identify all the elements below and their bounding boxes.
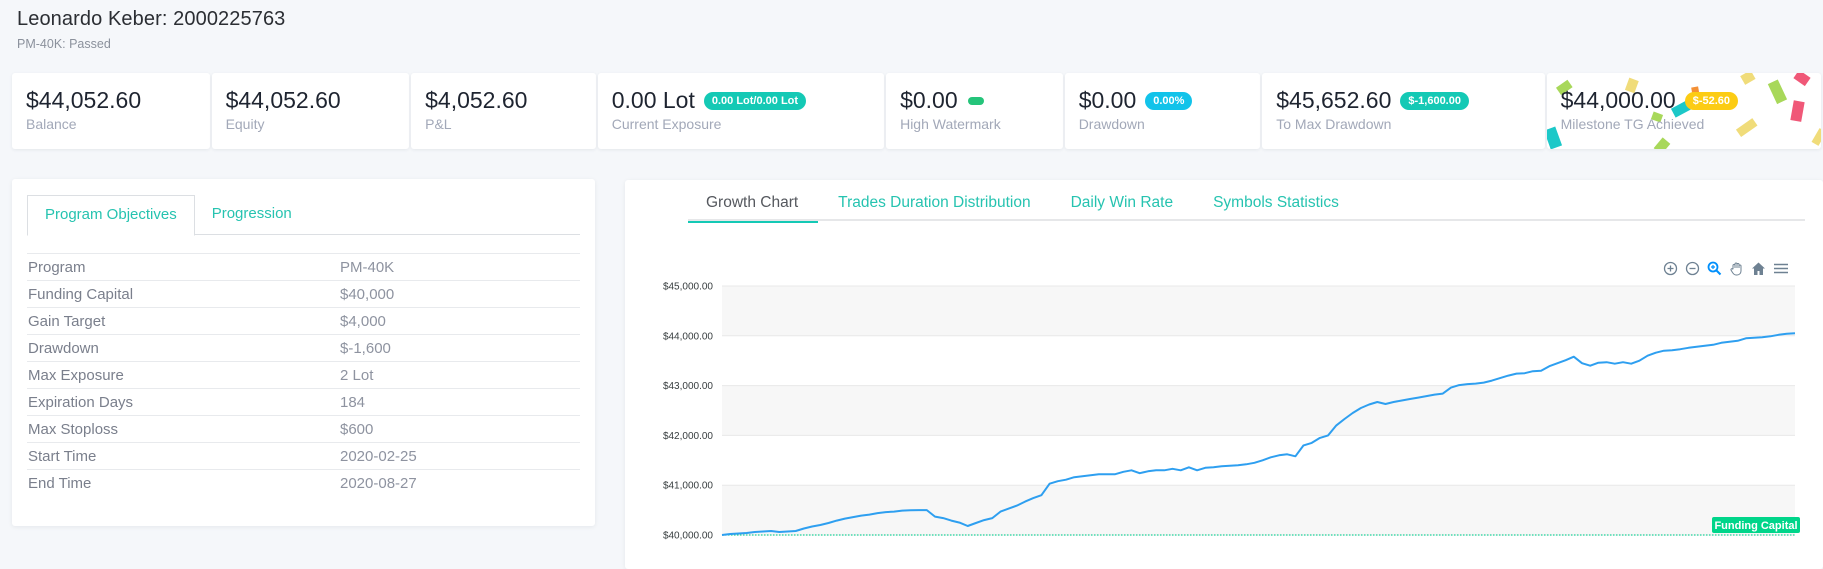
row-value: $-1,600: [340, 339, 391, 357]
row-value: $600: [340, 420, 374, 438]
growth-chart: $40,000.00 $41,000.00 $42,000.00 $43,000.00…: [663, 282, 1800, 542]
stat-card-to-max-drawdown: $45,652.60 $-1,600.00 To Max Drawdown: [1262, 73, 1545, 149]
row-value: 184: [340, 393, 366, 411]
row-value: 2 Lot: [340, 366, 374, 384]
funding-capital-annotation-label: Funding Capital: [1714, 520, 1797, 532]
account-title: Leonardo Keber: 2000225763: [17, 8, 286, 30]
table-row: Program PM-40K: [27, 254, 580, 281]
watermark-indicator: [967, 96, 984, 105]
row-key: Max Exposure: [28, 366, 124, 384]
row-key: Max Stoploss: [28, 420, 119, 438]
row-key: Program: [28, 258, 86, 276]
stat-label: Balance: [26, 116, 77, 132]
y-tick-label: $40,000.00: [663, 531, 713, 542]
y-tick-label: $41,000.00: [663, 481, 713, 492]
grid-band: [722, 385, 1795, 436]
row-key: Start Time: [28, 447, 97, 465]
max-drawdown-badge: $-1,600.00: [1400, 91, 1469, 110]
stat-label: Drawdown: [1078, 116, 1145, 132]
objectives-table: Program PM-40K Funding Capital $40,000 Gai…: [27, 253, 580, 497]
stat-label: P&L: [425, 116, 452, 132]
stat-value: $0.00: [900, 87, 958, 113]
row-value: 2020-02-25: [340, 447, 417, 465]
tab-program-objectives[interactable]: Program Objectives: [27, 195, 195, 236]
table-row: Gain Target $4,000: [27, 308, 580, 335]
stat-value: $44,052.60: [225, 87, 341, 113]
grid-band: [722, 286, 1795, 336]
stat-value: 0.00 Lot: [611, 87, 695, 113]
stat-label: To Max Drawdown: [1276, 116, 1392, 132]
row-value: 2020-08-27: [340, 475, 417, 492]
stat-value: $45,652.60: [1276, 87, 1392, 113]
row-value: PM-40K: [340, 258, 395, 276]
table-row: Max Exposure 2 Lot: [27, 362, 580, 389]
page-header: Leonardo Keber: 2000225763 PM-40K: Passe…: [17, 8, 285, 51]
grid-band: [722, 485, 1795, 535]
stat-value: $44,000.00: [1560, 87, 1676, 113]
drawdown-badge: 0.00%: [1145, 91, 1193, 110]
stat-value: $44,052.60: [26, 87, 142, 113]
pan-hand-icon[interactable]: [1728, 260, 1745, 277]
y-tick-label: $42,000.00: [663, 431, 713, 442]
milestone-badge: $-52.60: [1684, 91, 1739, 110]
row-key: Expiration Days: [28, 393, 134, 411]
row-value: $40,000: [340, 285, 395, 303]
y-tick-label: $44,000.00: [663, 331, 713, 342]
table-row: End Time 2020-08-27: [27, 470, 580, 497]
stat-card-balance: $44,052.60 Balance: [12, 73, 210, 149]
table-row: Max Stoploss $600: [27, 416, 580, 443]
table-row: Drawdown $-1,600: [27, 335, 580, 362]
selection-zoom-icon[interactable]: [1706, 260, 1723, 277]
row-value: $4,000: [340, 312, 386, 330]
row-key: Drawdown: [28, 339, 99, 357]
y-tick-label: $45,000.00: [663, 282, 713, 293]
stat-label: Equity: [225, 116, 265, 132]
row-key: Gain Target: [28, 312, 106, 330]
tab-trades-duration-distribution[interactable]: Trades Duration Distribution: [818, 194, 1050, 221]
tab-progression[interactable]: Progression: [195, 195, 309, 235]
stats-bar: $44,052.60 Balance $44,052.60 Equity $4,…: [12, 73, 1823, 149]
stat-card-milestone: $44,000.00 $-52.60 Milestone TG Achieved: [1546, 73, 1821, 149]
stat-label: Milestone TG Achieved: [1560, 116, 1705, 132]
table-row: Start Time 2020-02-25: [27, 443, 580, 470]
stat-value: $4,052.60: [425, 87, 528, 113]
row-key: End Time: [28, 475, 92, 492]
y-tick-label: $43,000.00: [663, 381, 713, 392]
row-key: Funding Capital: [28, 285, 134, 303]
stat-card-current-exposure: 0.00 Lot 0.00 Lot/0.00 Lot Current Expos…: [597, 73, 885, 149]
account-status: PM-40K: Passed: [17, 37, 111, 51]
stat-card-high-watermark: $0.00 High Watermark: [886, 73, 1063, 149]
stat-value: $0.00: [1078, 87, 1137, 113]
tab-symbols-statistics[interactable]: Symbols Statistics: [1193, 194, 1359, 221]
stat-label: High Watermark: [900, 116, 1001, 132]
tab-daily-win-rate[interactable]: Daily Win Rate: [1051, 194, 1194, 221]
tab-growth-chart[interactable]: Growth Chart: [688, 194, 819, 223]
stat-card-equity: $44,052.60 Equity: [211, 73, 410, 149]
chart-tabs: Growth Chart Trades Duration Distributio…: [688, 194, 1805, 223]
exposure-badge: 0.00 Lot/0.00 Lot: [703, 91, 807, 110]
table-row: Funding Capital $40,000: [27, 281, 580, 308]
table-row: Expiration Days 184: [27, 389, 580, 416]
stat-label: Current Exposure: [611, 116, 722, 132]
objectives-tabs: Program Objectives Progression: [27, 195, 580, 236]
zoom-out-icon[interactable]: [1684, 260, 1701, 277]
menu-icon[interactable]: [1772, 260, 1789, 277]
zoom-in-icon[interactable]: [1662, 260, 1679, 277]
stat-card-drawdown: $0.00 0.00% Drawdown: [1064, 73, 1261, 149]
program-objectives-panel: Program Objectives Progression Program PM…: [12, 179, 595, 526]
reset-home-icon[interactable]: [1750, 260, 1767, 277]
charts-panel: $40,000.00 $41,000.00 $42,000.00 $43,000.00…: [625, 180, 1823, 569]
chart-toolbar: [1662, 260, 1789, 277]
stat-card-pnl: $4,052.60 P&L: [411, 73, 596, 149]
